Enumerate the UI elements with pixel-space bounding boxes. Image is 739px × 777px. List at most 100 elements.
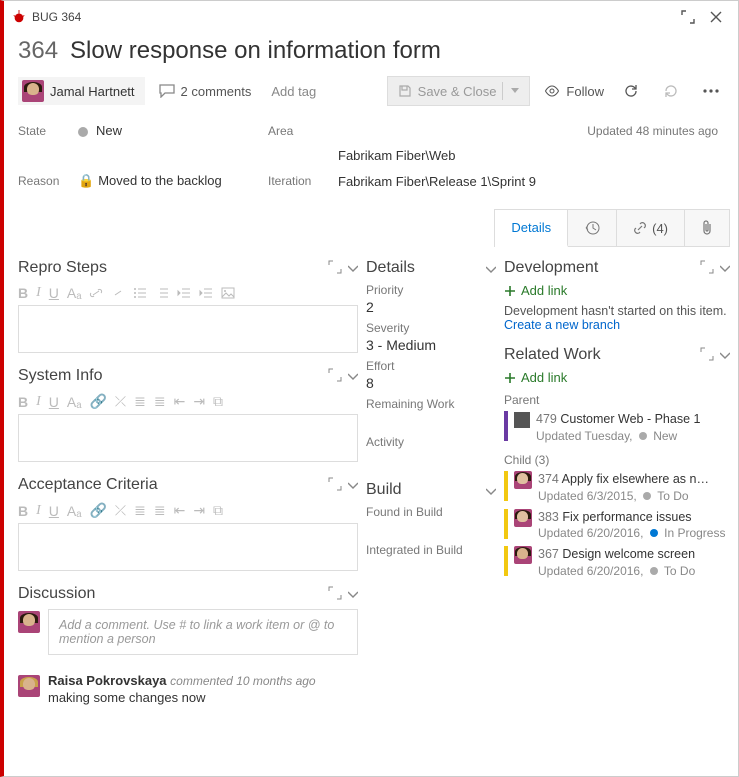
indent-icon[interactable]: ⇥ [193, 393, 205, 410]
work-item-title[interactable]: Slow response on information form [70, 37, 441, 65]
collapse-icon[interactable] [486, 261, 496, 276]
image-tool-icon[interactable]: ⧉ [213, 393, 223, 410]
bold-icon[interactable]: B [18, 285, 28, 301]
related-id: 374 [538, 472, 559, 486]
priority-field[interactable]: 2 [366, 299, 496, 315]
tab-attachments[interactable] [685, 210, 729, 246]
collapse-icon[interactable] [348, 368, 358, 385]
expand-icon[interactable] [328, 586, 342, 603]
underline-icon[interactable]: U [49, 394, 59, 410]
bullet-list-icon[interactable]: ≣ [134, 393, 146, 410]
lock-icon: 🔒 [78, 173, 94, 188]
acceptance-input[interactable] [18, 523, 358, 571]
related-item-child[interactable]: 374 Apply fix elsewhere as n… Updated 6/… [504, 471, 730, 505]
comments-link[interactable]: 2 comments [159, 84, 252, 99]
related-state: To Do [657, 489, 688, 503]
repro-steps-input[interactable] [18, 305, 358, 353]
collapse-icon[interactable] [720, 260, 730, 277]
follow-button[interactable]: Follow [544, 84, 604, 99]
number-list-icon[interactable]: ≣ [154, 502, 166, 519]
underline-icon[interactable]: U [49, 503, 59, 519]
unlink-icon[interactable]: ⤫ [115, 502, 126, 519]
integrated-in-build-field[interactable] [366, 559, 496, 575]
expand-icon[interactable] [328, 477, 342, 494]
close-icon[interactable] [702, 5, 730, 29]
bold-icon[interactable]: B [18, 503, 28, 519]
collapse-icon[interactable] [720, 347, 730, 364]
unlink-icon[interactable] [111, 287, 125, 299]
state-value: New [96, 123, 122, 138]
italic-icon[interactable]: I [36, 503, 41, 519]
severity-field[interactable]: 3 - Medium [366, 337, 496, 353]
collapse-icon[interactable] [486, 483, 496, 498]
rich-text-toolbar[interactable]: BIU Aₐ 🔗 ⤫ ≣ ≣ ⇤ ⇥ ⧉ [18, 500, 358, 523]
italic-icon[interactable]: I [36, 394, 41, 410]
image-tool-icon[interactable]: ⧉ [213, 502, 223, 519]
link-tool-icon[interactable]: 🔗 [89, 502, 106, 519]
related-item-child[interactable]: 383 Fix performance issues Updated 6/20/… [504, 509, 730, 543]
reason-field[interactable]: 🔒Moved to the backlog [78, 173, 268, 189]
more-actions-button[interactable] [698, 78, 724, 104]
image-tool-icon[interactable] [221, 287, 235, 299]
add-related-link-button[interactable]: Add link [504, 370, 730, 385]
link-tool-icon[interactable]: 🔗 [89, 393, 106, 410]
related-item-child[interactable]: 367 Design welcome screen Updated 6/20/2… [504, 546, 730, 580]
effort-field[interactable]: 8 [366, 375, 496, 391]
create-branch-link[interactable]: Create a new branch [504, 318, 730, 332]
outdent-icon[interactable]: ⇤ [174, 502, 186, 519]
maximize-icon[interactable] [674, 5, 702, 29]
outdent-icon[interactable] [177, 287, 191, 299]
iteration-field[interactable]: Fabrikam Fiber\Release 1\Sprint 9 [338, 174, 724, 189]
collapse-icon[interactable] [348, 477, 358, 494]
bold-icon[interactable]: B [18, 394, 28, 410]
add-tag-button[interactable]: Add tag [265, 81, 322, 102]
comment-icon [159, 84, 175, 98]
font-icon[interactable]: Aₐ [67, 503, 82, 519]
add-dev-link-button[interactable]: Add link [504, 283, 730, 298]
severity-label: Severity [366, 321, 496, 335]
area-field[interactable]: Fabrikam Fiber\Web [338, 148, 724, 163]
found-in-build-label: Found in Build [366, 505, 496, 519]
unlink-icon[interactable]: ⤫ [115, 393, 126, 410]
bullet-list-icon[interactable] [133, 287, 147, 299]
bullet-list-icon[interactable]: ≣ [134, 502, 146, 519]
expand-icon[interactable] [328, 260, 342, 277]
rich-text-toolbar[interactable]: B I U Aₐ [18, 283, 358, 305]
link-tool-icon[interactable] [89, 287, 103, 299]
discussion-input[interactable]: Add a comment. Use # to link a work item… [48, 609, 358, 655]
number-list-icon[interactable]: ≣ [154, 393, 166, 410]
activity-field[interactable] [366, 451, 496, 467]
state-field[interactable]: New [78, 123, 268, 138]
indent-icon[interactable] [199, 287, 213, 299]
font-icon[interactable]: Aₐ [67, 285, 82, 301]
save-and-close-button[interactable]: Save & Close [387, 76, 531, 106]
expand-icon[interactable] [328, 368, 342, 385]
build-header: Build [366, 481, 486, 499]
related-state: In Progress [664, 526, 725, 540]
collapse-icon[interactable] [348, 586, 358, 603]
remaining-work-field[interactable] [366, 413, 496, 429]
outdent-icon[interactable]: ⇤ [174, 393, 186, 410]
system-info-input[interactable] [18, 414, 358, 462]
related-item-parent[interactable]: 479 Customer Web - Phase 1 Updated Tuesd… [504, 411, 730, 445]
found-in-build-field[interactable] [366, 521, 496, 537]
italic-icon[interactable]: I [36, 285, 41, 301]
expand-icon[interactable] [700, 260, 714, 277]
tab-history[interactable] [568, 210, 617, 246]
title-bar: BUG 364 [4, 1, 738, 33]
number-list-icon[interactable] [155, 287, 169, 299]
font-icon[interactable]: Aₐ [67, 394, 82, 410]
refresh-button[interactable] [618, 78, 644, 104]
discussion-header: Discussion [18, 585, 328, 603]
attachment-icon [701, 220, 713, 236]
expand-icon[interactable] [700, 347, 714, 364]
tab-links[interactable]: (4) [617, 210, 685, 246]
tab-details[interactable]: Details [495, 210, 568, 247]
rich-text-toolbar[interactable]: BIU Aₐ 🔗 ⤫ ≣ ≣ ⇤ ⇥ ⧉ [18, 391, 358, 414]
assignee-picker[interactable]: Jamal Hartnett [18, 77, 145, 105]
undo-button[interactable] [658, 78, 684, 104]
underline-icon[interactable]: U [49, 285, 59, 301]
indent-icon[interactable]: ⇥ [193, 502, 205, 519]
collapse-icon[interactable] [348, 260, 358, 277]
save-dropdown-caret[interactable] [502, 82, 519, 100]
